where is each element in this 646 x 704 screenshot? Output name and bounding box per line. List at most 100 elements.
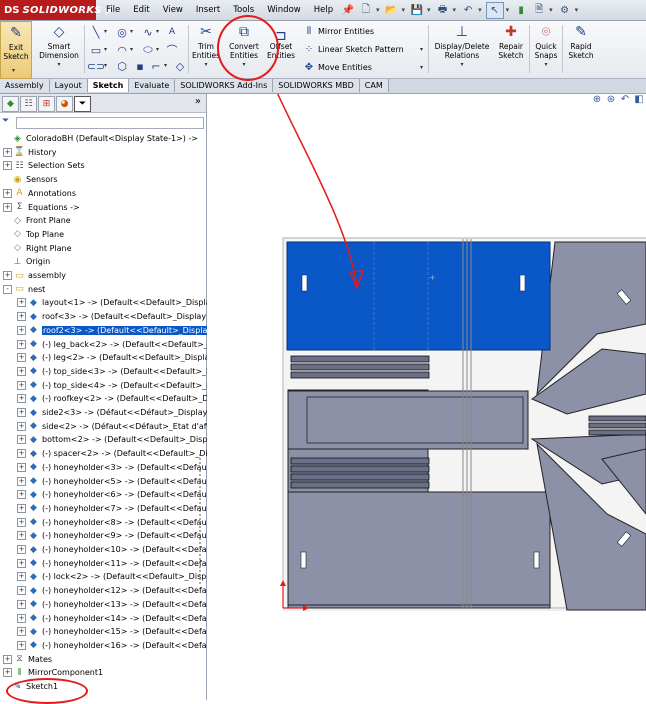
tree-item[interactable]: - ▭ nest — [3, 283, 45, 296]
undo-icon[interactable]: ↶ — [460, 3, 476, 18]
circle-dropdown-icon[interactable]: ▾ — [130, 28, 133, 35]
save-icon[interactable]: 💾 — [409, 3, 425, 18]
expand-icon[interactable]: + — [17, 325, 26, 335]
mirror-entities-button[interactable]: ⫴ Mirror Entities — [302, 25, 374, 37]
linear-sketch-pattern-dropdown-icon[interactable]: ▾ — [420, 46, 423, 53]
expand-icon[interactable]: + — [17, 298, 26, 308]
tree-item[interactable]: + ☷ Selection Sets — [3, 159, 85, 172]
expand-icon[interactable]: + — [17, 490, 26, 500]
rebuild-icon[interactable]: ▮ — [513, 3, 529, 18]
options-gear-icon[interactable]: ⚙ — [557, 3, 573, 18]
expand-icon[interactable]: + — [3, 668, 12, 678]
tab-solidworks-mbd[interactable]: SOLIDWORKS MBD — [273, 79, 360, 92]
tab-sketch[interactable]: Sketch — [87, 79, 130, 92]
file-properties-dropdown-icon[interactable]: ▾ — [549, 6, 553, 14]
repair-sketch-button[interactable]: ✚ Repair Sketch — [494, 23, 528, 61]
tab-evaluate[interactable]: Evaluate — [129, 79, 176, 92]
quick-snaps-dropdown-icon[interactable]: ▾ — [544, 60, 547, 69]
tree-item[interactable]: + ◆ (-) honeyholder<14> -> (Default<<Defau… — [17, 612, 217, 625]
expand-icon[interactable]: + — [17, 435, 26, 445]
tree-item[interactable]: + ◆ bottom<2> -> (Default<<Default>_Displa… — [17, 433, 219, 446]
expand-icon[interactable]: + — [3, 161, 12, 171]
expand-icon[interactable]: + — [3, 271, 12, 280]
tree-item[interactable]: + ◆ (-) honeyholder<8> -> (Default<<Defaul… — [17, 516, 219, 529]
trim-entities-dropdown-icon[interactable]: ▾ — [204, 60, 207, 69]
configuration-manager-tab-icon[interactable]: ⊞ — [38, 96, 55, 112]
spline-dropdown-icon[interactable]: ▾ — [156, 28, 159, 35]
tree-item[interactable]: + ◆ (-) honeyholder<11> -> (Default<<Defau… — [17, 557, 217, 570]
tree-item[interactable]: ◇ Top Plane — [3, 228, 64, 241]
save-dropdown-icon[interactable]: ▾ — [427, 6, 431, 14]
move-entities-dropdown-icon[interactable]: ▾ — [420, 64, 423, 71]
tree-item[interactable]: + Σ Equations -> — [3, 201, 80, 214]
expand-icon[interactable]: + — [17, 572, 26, 582]
tree-item[interactable]: + ◆ (-) honeyholder<10> -> (Default<<Defau… — [17, 543, 217, 556]
rectangle-dropdown-icon[interactable]: ▾ — [104, 46, 107, 53]
linear-sketch-pattern-button[interactable]: ⁘ Linear Sketch Pattern — [302, 43, 404, 55]
options-dropdown-icon[interactable]: ▾ — [575, 6, 579, 14]
rapid-sketch-button[interactable]: ✎ Rapid Sketch — [564, 23, 598, 61]
tree-item[interactable]: + ◆ (-) spacer<2> -> (Default<<Default>_Di… — [17, 447, 219, 460]
slot-dropdown-icon[interactable]: ▾ — [104, 62, 107, 69]
tree-item[interactable]: + ◆ (-) honeyholder<3> -> (Default<<Defaul… — [17, 461, 219, 474]
line-icon[interactable]: ╲ — [88, 25, 104, 39]
tree-item[interactable]: ◉ Sensors — [3, 173, 58, 186]
expand-icon[interactable]: + — [17, 531, 26, 541]
ellipse-dropdown-icon[interactable]: ▾ — [156, 46, 159, 53]
expand-icon[interactable]: + — [3, 147, 12, 157]
new-dropdown-icon[interactable]: ▾ — [376, 6, 380, 14]
expand-icon[interactable]: + — [17, 503, 26, 513]
text-icon[interactable]: A — [164, 25, 180, 39]
line-dropdown-icon[interactable]: ▾ — [104, 28, 107, 35]
menu-edit[interactable]: Edit — [133, 5, 149, 15]
file-properties-icon[interactable]: 🗎 — [531, 3, 547, 18]
tree-item[interactable]: + ⌛ History — [3, 146, 56, 159]
expand-icon[interactable]: + — [17, 476, 26, 486]
filter-icon[interactable]: ⏷ — [2, 116, 9, 126]
tree-item[interactable]: + ◆ side2<3> -> (Défaut<<Défaut>_Display S… — [17, 406, 218, 419]
tree-scroll-indicator[interactable] — [196, 454, 204, 584]
open-dropdown-icon[interactable]: ▾ — [402, 6, 406, 14]
polygon-icon[interactable]: ⬡ — [114, 59, 130, 73]
move-entities-button[interactable]: ✥ Move Entities — [302, 61, 372, 73]
tree-item[interactable]: + ⧖ Mates — [3, 653, 52, 666]
filter-tab-icon[interactable]: ⏷ — [74, 96, 91, 112]
tree-item[interactable]: + ◆ (-) honeyholder<6> -> (Default<<Defaul… — [17, 488, 219, 501]
feature-manager-tab-icon[interactable]: ◆ — [2, 96, 19, 112]
expand-icon[interactable]: + — [17, 380, 26, 390]
expand-icon[interactable]: + — [3, 188, 12, 198]
expand-icon[interactable]: + — [17, 312, 26, 322]
property-manager-tab-icon[interactable]: ☷ — [20, 96, 37, 112]
tree-item[interactable]: + ◆ (-) honeyholder<15> -> (Default<<Defau… — [17, 625, 217, 638]
expand-icon[interactable]: + — [17, 408, 26, 417]
tree-item[interactable]: + ◆ (-) honeyholder<9> -> (Default<<Defaul… — [17, 529, 219, 542]
expand-icon[interactable]: + — [17, 545, 26, 554]
tree-item[interactable]: + ◆ (-) roofkey<2> -> (Default<<Default>_D… — [17, 392, 220, 405]
display-delete-relations-dropdown-icon[interactable]: ▾ — [460, 60, 463, 69]
tree-item[interactable]: + ▭ assembly — [3, 269, 66, 282]
new-document-icon[interactable]: 🗋 — [358, 3, 374, 18]
tree-filter-input[interactable] — [16, 117, 204, 129]
graphics-area[interactable]: ⊕ ⊛ ↶ ◧ + — [207, 94, 646, 700]
exit-sketch-dropdown-icon[interactable]: ▾ — [12, 67, 15, 74]
circle-icon[interactable]: ◎ — [114, 25, 130, 39]
tree-item[interactable]: + ◆ (-) leg_back<2> -> (Default<<Default>_… — [17, 338, 220, 351]
collapse-icon[interactable]: - — [3, 284, 12, 294]
tree-item[interactable]: + A Annotations — [3, 187, 76, 200]
plane-sketch-icon[interactable]: ◇ — [172, 59, 188, 73]
select-dropdown-icon[interactable]: ▾ — [506, 6, 510, 14]
tree-item[interactable]: + ◆ (-) honeyholder<5> -> (Default<<Defaul… — [17, 475, 219, 488]
tree-item[interactable]: + ◆ (-) honeyholder<13> -> (Default<<Defau… — [17, 598, 217, 611]
smart-dimension-dropdown-icon[interactable]: ▾ — [57, 60, 60, 69]
open-folder-icon[interactable]: 📂 — [384, 3, 400, 18]
ellipse-icon[interactable]: ⬭ — [140, 43, 156, 57]
display-delete-relations-button[interactable]: ⊥ Display/Delete Relations ▾ — [430, 23, 494, 69]
menu-help[interactable]: Help — [314, 5, 333, 15]
fillet-icon[interactable]: ⌒ — [164, 43, 180, 57]
chamfer-dropdown-icon[interactable]: ▾ — [164, 62, 167, 69]
tree-item[interactable]: + ◆ (-) top_side<3> -> (Default<<Default>_… — [17, 365, 219, 378]
arc-dropdown-icon[interactable]: ▾ — [130, 46, 133, 53]
tree-item[interactable]: + ◆ layout<1> -> (Default<<Default>_Displa… — [17, 296, 215, 309]
expand-icon[interactable]: + — [17, 421, 26, 431]
tree-item[interactable]: + ◆ (-) leg<2> -> (Default<<Default>_Displ… — [17, 351, 222, 364]
